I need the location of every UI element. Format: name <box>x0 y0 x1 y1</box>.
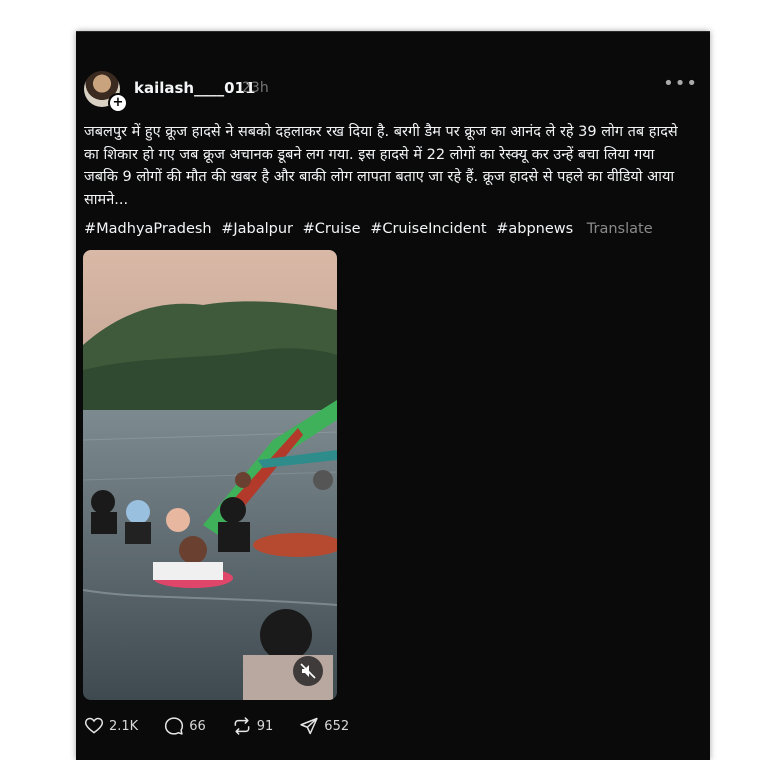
video-frame <box>83 250 337 700</box>
like-count: 2.1K <box>109 718 139 734</box>
like-button[interactable]: 2.1K <box>84 716 138 736</box>
share-count: 652 <box>324 718 350 734</box>
hashtag-link[interactable]: #abpnews <box>496 221 573 237</box>
comment-button[interactable]: 66 <box>164 716 206 736</box>
comment-count: 66 <box>189 718 206 734</box>
post-header: + kailash____011 23h ••• <box>84 71 698 113</box>
repost-button[interactable]: 91 <box>232 716 274 736</box>
send-icon <box>300 717 318 735</box>
hashtag-row: #MadhyaPradesh #Jabalpur #Cruise #Cruise… <box>84 221 653 237</box>
comment-bubble-icon <box>165 717 184 735</box>
heart-icon <box>84 717 104 734</box>
follow-plus-icon[interactable]: + <box>108 93 128 113</box>
hashtag-link[interactable]: #CruiseIncident <box>370 221 486 237</box>
hashtag-link[interactable]: #Jabalpur <box>221 221 293 237</box>
username[interactable]: kailash____011 <box>134 79 255 97</box>
more-dots-icon[interactable]: ••• <box>663 73 698 94</box>
divider <box>76 31 710 32</box>
post-card: + kailash____011 23h ••• जबलपुर में हुए … <box>76 31 710 760</box>
post-time: 23h <box>242 80 269 96</box>
hashtag-link[interactable]: #Cruise <box>303 221 361 237</box>
speaker-muted-glyph <box>300 663 316 679</box>
action-bar: 2.1K 66 91 652 <box>84 715 375 737</box>
speaker-muted-icon[interactable] <box>293 656 323 686</box>
share-button[interactable]: 652 <box>299 716 349 736</box>
repost-icon <box>234 717 250 735</box>
video-player[interactable] <box>83 250 337 700</box>
post-caption: जबलपुर में हुए क्रूज हादसे ने सबको दहलाक… <box>84 124 678 208</box>
hashtag-link[interactable]: #MadhyaPradesh <box>84 221 212 237</box>
repost-count: 91 <box>256 718 274 734</box>
translate-link[interactable]: Translate <box>587 221 653 237</box>
